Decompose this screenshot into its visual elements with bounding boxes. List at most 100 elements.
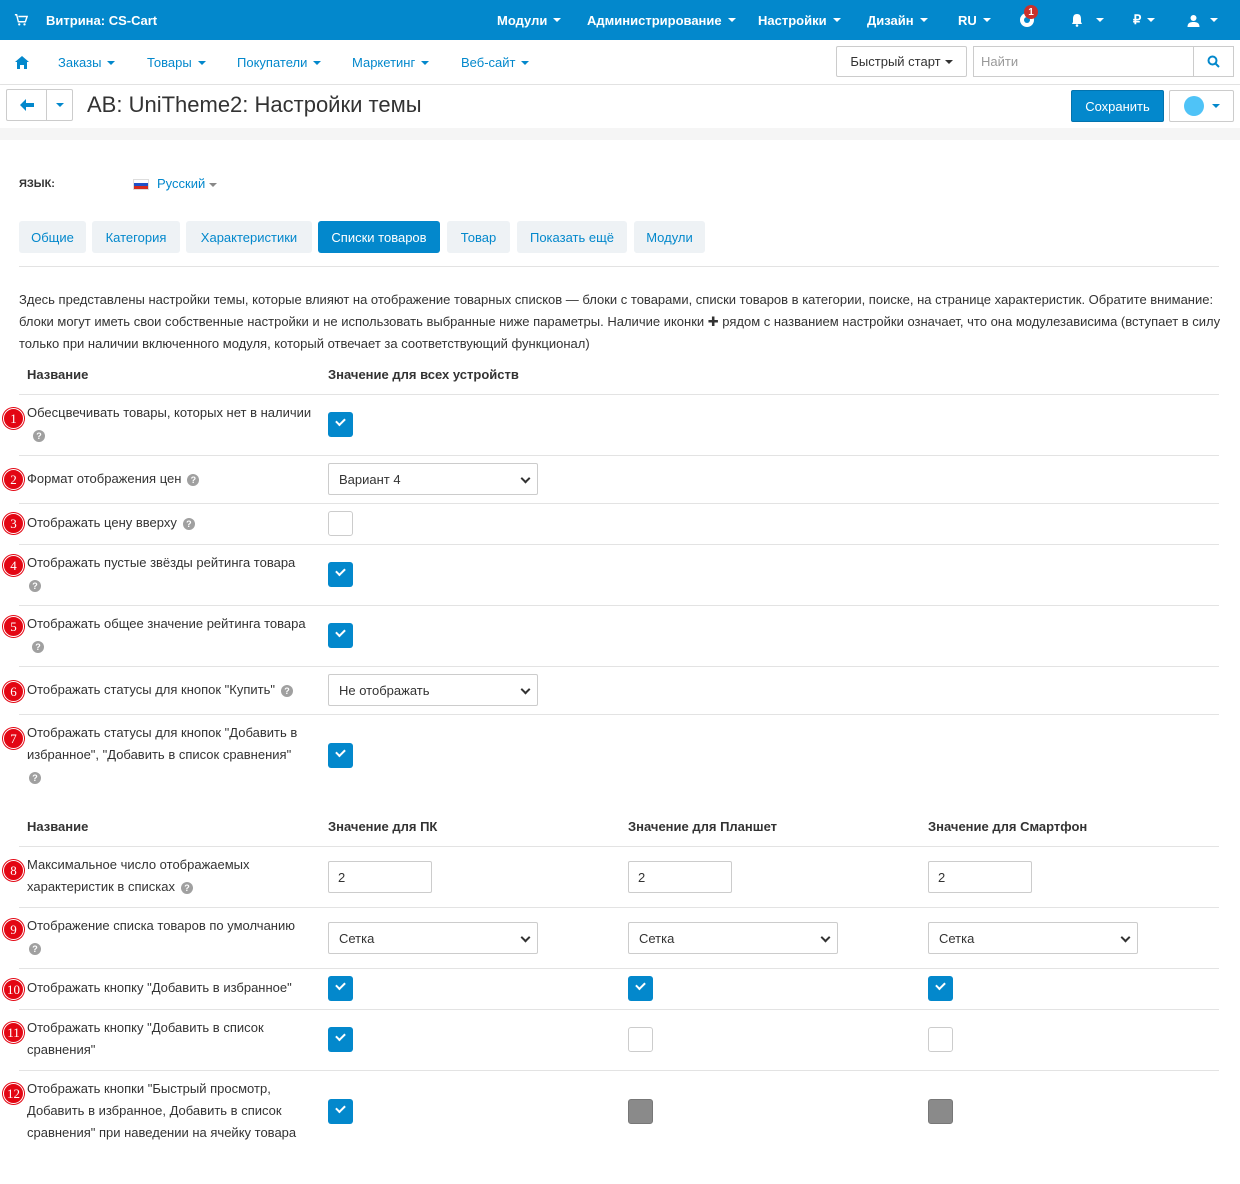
arrow-left-icon	[19, 99, 34, 111]
help-icon[interactable]: ?	[32, 640, 44, 653]
row-number-badge: 9	[3, 919, 24, 940]
help-icon[interactable]: ?	[29, 579, 41, 592]
page-title: AB: UniTheme2: Настройки темы	[87, 92, 422, 117]
tab-modules[interactable]: Модули	[634, 221, 705, 253]
row-number-badge: 10	[3, 979, 24, 1000]
menu-currency-label: ₽	[1133, 12, 1142, 27]
description-text: Здесь представлены настройки темы, котор…	[19, 292, 1221, 351]
nav-customers[interactable]: Покупатели	[237, 40, 322, 85]
row-label-text: Максимальное число отображаемых характер…	[27, 857, 250, 894]
nav-website[interactable]: Веб-сайт	[461, 40, 530, 85]
row-label: Отображать кнопки "Быстрый просмотр, Доб…	[27, 1078, 312, 1144]
chevron-down-icon	[520, 684, 531, 695]
checkbox-wishlist-pc[interactable]	[328, 976, 353, 1001]
divider	[19, 605, 1219, 606]
save-button[interactable]: Сохранить	[1071, 90, 1164, 122]
back-dropdown-button[interactable]	[46, 89, 73, 121]
divider	[19, 714, 1219, 715]
tab-show-more[interactable]: Показать ещё	[517, 221, 627, 253]
help-icon[interactable]: ?	[281, 684, 294, 697]
chevron-down-icon	[521, 60, 530, 65]
row-label: Обесцвечивать товары, которых нет в нали…	[27, 402, 317, 446]
storefront-label: Витрина: CS-Cart	[46, 12, 158, 28]
select-value: Сетка	[339, 930, 375, 946]
back-button[interactable]	[6, 89, 47, 121]
checkbox-price-on-top[interactable]	[328, 511, 353, 536]
nav-products-label: Товары	[147, 55, 192, 70]
tab-general[interactable]: Общие	[19, 221, 86, 253]
row-number-badge: 5	[3, 616, 24, 637]
checkbox-compare-phone[interactable]	[928, 1027, 953, 1052]
max-features-phone-input[interactable]	[928, 861, 1032, 893]
tab-product-lists[interactable]: Списки товаров	[318, 221, 440, 253]
select-buy-button-status[interactable]: Не отображать	[328, 674, 538, 706]
tabs-divider	[19, 266, 1219, 267]
divider	[19, 455, 1219, 456]
nav-products[interactable]: Товары	[147, 40, 206, 85]
user-icon	[1187, 14, 1200, 27]
storefront-link[interactable]: Витрина: CS-Cart	[14, 0, 157, 40]
menu-currency[interactable]: ₽	[1133, 0, 1156, 40]
row-number-badge: 12	[3, 1083, 24, 1104]
menu-modules-label: Модули	[497, 12, 548, 28]
checkbox-grayscale-out-of-stock[interactable]	[328, 412, 353, 437]
menu-language[interactable]: RU	[958, 0, 991, 40]
checkbox-total-rating-value[interactable]	[328, 623, 353, 648]
chevron-down-icon	[727, 18, 736, 22]
help-icon[interactable]: ?	[33, 429, 45, 442]
nav-orders[interactable]: Заказы	[58, 40, 116, 85]
max-features-pc-input[interactable]	[328, 861, 432, 893]
checkbox-empty-rating-stars[interactable]	[328, 562, 353, 587]
row-label-text: Формат отображения цен	[27, 471, 182, 486]
help-icon[interactable]: ?	[29, 771, 41, 784]
tab-product[interactable]: Товар	[447, 221, 510, 253]
row-label: Отображать пустые звёзды рейтинга товара…	[27, 552, 317, 596]
row-label-text: Отображать кнопку "Добавить в избранное"	[27, 980, 292, 995]
row-label: Отображать кнопку "Добавить в избранное"	[27, 977, 317, 999]
tab-category[interactable]: Категория	[92, 221, 180, 253]
table2-col-name: Название	[27, 819, 89, 834]
checkbox-wishlist-compare-status[interactable]	[328, 743, 353, 768]
menu-settings[interactable]: Настройки	[758, 0, 841, 40]
help-icon[interactable]: ?	[29, 942, 41, 955]
menu-user[interactable]	[1187, 0, 1218, 40]
chevron-down-icon	[209, 182, 218, 187]
menu-modules[interactable]: Модули	[497, 0, 562, 40]
notification-badge: 1	[1024, 5, 1038, 19]
search-button[interactable]	[1193, 46, 1234, 77]
divider	[19, 907, 1219, 908]
checkbox-compare-pc[interactable]	[328, 1027, 353, 1052]
chevron-down-icon	[520, 932, 531, 943]
separator	[0, 128, 1240, 140]
quick-start-button[interactable]: Быстрый старт	[836, 46, 967, 77]
addon-menu-button[interactable]	[1169, 90, 1234, 122]
select-default-view-phone[interactable]: Сетка	[928, 922, 1138, 954]
table2-col-pc: Значение для ПК	[328, 819, 438, 834]
checkbox-hover-buttons-pc[interactable]	[328, 1099, 353, 1124]
checkbox-compare-tablet[interactable]	[628, 1027, 653, 1052]
menu-language-label: RU	[958, 12, 977, 28]
select-default-view-tablet[interactable]: Сетка	[628, 922, 838, 954]
select-default-view-pc[interactable]: Сетка	[328, 922, 538, 954]
checkbox-hover-buttons-tablet	[628, 1099, 653, 1124]
nav-marketing-label: Маркетинг	[352, 55, 416, 70]
row-label-text: Отображать кнопку "Добавить в список сра…	[27, 1020, 264, 1057]
max-features-tablet-input[interactable]	[628, 861, 732, 893]
menu-design[interactable]: Дизайн	[867, 0, 928, 40]
help-icon[interactable]: ?	[180, 881, 193, 894]
tab-features[interactable]: Характеристики	[186, 221, 312, 253]
checkbox-wishlist-tablet[interactable]	[628, 976, 653, 1001]
chevron-down-icon	[553, 18, 562, 22]
home-link[interactable]	[15, 40, 29, 85]
search-input[interactable]	[973, 46, 1194, 77]
menu-notifications[interactable]	[1070, 0, 1104, 40]
bell-icon	[1072, 14, 1082, 27]
nav-marketing[interactable]: Маркетинг	[352, 40, 430, 85]
select-price-format[interactable]: Вариант 4	[328, 463, 538, 495]
chevron-down-icon	[1147, 18, 1156, 22]
help-icon[interactable]: ?	[182, 517, 195, 530]
language-select[interactable]: Русский	[157, 176, 218, 191]
checkbox-wishlist-phone[interactable]	[928, 976, 953, 1001]
help-icon[interactable]: ?	[187, 473, 200, 486]
menu-administration[interactable]: Администрирование	[587, 0, 736, 40]
